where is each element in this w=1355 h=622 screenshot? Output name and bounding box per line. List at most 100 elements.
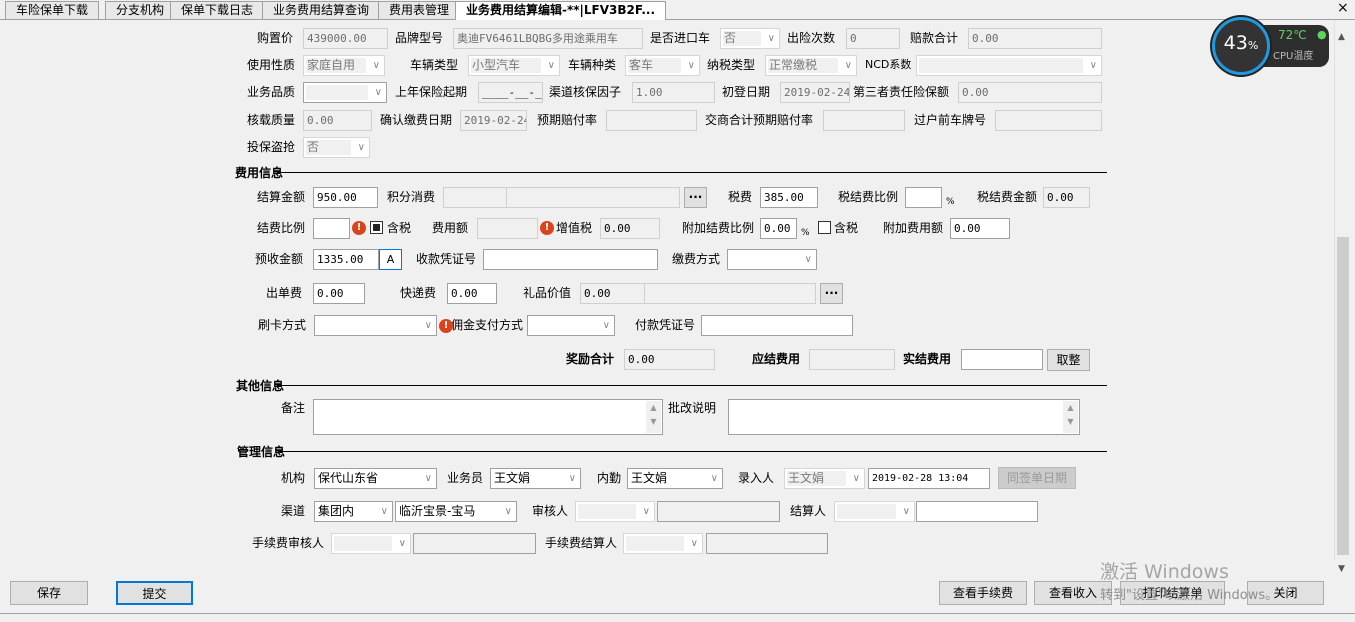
view-fee-button[interactable]: 查看手续费 xyxy=(939,581,1027,605)
first-reg-field[interactable]: 2019-02-24 xyxy=(780,82,850,103)
settle-amount-field[interactable]: 950.00 xyxy=(313,187,378,208)
save-button[interactable]: 保存 xyxy=(10,581,88,605)
org-select[interactable]: 保代山东省 ∨ xyxy=(314,468,437,489)
tax-amount-label: 税结费金额 xyxy=(977,190,1038,204)
vertical-scrollbar[interactable]: ▲ ▼ xyxy=(1334,20,1351,574)
scroll-down-icon[interactable]: ▼ xyxy=(1338,564,1345,574)
extra-ratio-field[interactable]: 0.00 xyxy=(760,218,797,239)
pay-voucher-label: 付款凭证号 xyxy=(635,318,696,332)
extra-amount-field[interactable]: 0.00 xyxy=(950,218,1010,239)
channel-factor-field[interactable]: 1.00 xyxy=(632,82,715,103)
gift-browse-button[interactable]: ··· xyxy=(820,283,843,304)
scrollbar-thumb[interactable] xyxy=(1337,237,1349,555)
close-button[interactable]: 关闭 xyxy=(1247,581,1324,605)
gift-detail-field[interactable] xyxy=(644,283,816,304)
usage-select[interactable]: 家庭自用 ∨ xyxy=(303,55,385,76)
quality-select[interactable]: ∨ xyxy=(303,82,387,103)
vehicle-kind-select[interactable]: 客车 ∨ xyxy=(625,55,700,76)
scrollbar[interactable]: ▲ ▼ xyxy=(1063,401,1078,433)
tab-policy-download[interactable]: 车险保单下载 xyxy=(5,1,100,19)
pay-voucher-field[interactable] xyxy=(701,315,853,336)
chevron-down-icon: ∨ xyxy=(902,506,910,517)
imported-select[interactable]: 否 ∨ xyxy=(720,28,780,49)
scroll-up-icon[interactable]: ▲ xyxy=(1338,32,1345,42)
fee-settler-select[interactable]: ∨ xyxy=(623,533,703,554)
expected-rate-field[interactable] xyxy=(606,110,697,131)
cpu-temp: 72℃ xyxy=(1278,28,1307,42)
scrollbar[interactable]: ▲ ▼ xyxy=(646,401,661,433)
reward-field[interactable]: 0.00 xyxy=(624,349,715,370)
gift-field[interactable]: 0.00 xyxy=(580,283,645,304)
prepaid-field[interactable]: 1335.00 xyxy=(313,249,379,270)
same-date-button[interactable]: 同签单日期 xyxy=(998,467,1076,489)
points-detail-field[interactable] xyxy=(506,187,680,208)
tax-field[interactable]: 385.00 xyxy=(760,187,818,208)
vehicle-type-select[interactable]: 小型汽车 ∨ xyxy=(468,55,560,76)
third-party-field[interactable]: 0.00 xyxy=(958,82,1102,103)
remark-textarea[interactable]: ▲ ▼ xyxy=(313,399,663,435)
prev-plate-field[interactable] xyxy=(995,110,1102,131)
due-field[interactable] xyxy=(809,349,895,370)
round-button[interactable]: 取整 xyxy=(1047,349,1090,371)
prepaid-a-button[interactable]: A xyxy=(379,249,402,270)
tab-branch[interactable]: 分支机构 xyxy=(105,1,176,19)
print-settlement-button[interactable]: 打印结算单 xyxy=(1120,581,1225,605)
combined-rate-field[interactable] xyxy=(823,110,905,131)
theft-select[interactable]: 否 ∨ xyxy=(303,137,370,158)
issue-fee-field[interactable]: 0.00 xyxy=(313,283,365,304)
entry-select[interactable]: 王文娟 ∨ xyxy=(784,468,865,489)
channel-select[interactable]: 集团内 ∨ xyxy=(314,501,393,522)
fee-auditor-select[interactable]: ∨ xyxy=(331,533,411,554)
auditor-field[interactable] xyxy=(657,501,780,522)
tab-settlement-query[interactable]: 业务费用结算查询 xyxy=(262,1,381,19)
extra-incl-tax-checkbox[interactable] xyxy=(818,221,831,234)
vat-field[interactable]: 0.00 xyxy=(600,218,660,239)
confirm-date-field[interactable]: 2019-02-24 xyxy=(460,110,527,131)
chevron-down-icon: ∨ xyxy=(357,142,365,153)
fee-auditor-field[interactable] xyxy=(413,533,536,554)
points-browse-button[interactable]: ··· xyxy=(684,187,707,208)
close-tab-icon[interactable]: × xyxy=(1337,0,1349,16)
tab-settlement-edit[interactable]: 业务费用结算编辑-**|LFV3B2F... xyxy=(455,1,667,20)
courier-field[interactable]: 0.00 xyxy=(447,283,497,304)
ncd-select[interactable]: ∨ xyxy=(916,55,1102,76)
tab-strip-border xyxy=(0,19,1355,20)
fee-ratio-field[interactable] xyxy=(313,218,350,239)
chevron-down-icon: ∨ xyxy=(844,60,852,71)
card-select[interactable]: ∨ xyxy=(314,315,437,336)
endorse-textarea[interactable]: ▲ ▼ xyxy=(728,399,1080,435)
pay-method-select[interactable]: ∨ xyxy=(727,249,817,270)
channel-sub-select[interactable]: 临沂宝景-宝马 ∨ xyxy=(395,501,517,522)
chevron-down-icon: ∨ xyxy=(710,473,718,484)
actual-field[interactable] xyxy=(961,349,1043,370)
purchase-price-field[interactable]: 439000.00 xyxy=(303,28,388,49)
tax-type-select[interactable]: 正常缴税 ∨ xyxy=(765,55,857,76)
warning-icon: ! xyxy=(540,221,554,235)
commission-select[interactable]: ∨ xyxy=(527,315,615,336)
tab-fee-table[interactable]: 费用表管理 xyxy=(378,1,461,19)
cpu-percent: 43 xyxy=(1223,32,1248,54)
last-start-field[interactable]: ____-__-__ xyxy=(478,82,543,103)
staff-select[interactable]: 王文娟 ∨ xyxy=(627,468,723,489)
load-field[interactable]: 0.00 xyxy=(303,110,372,131)
auditor-select[interactable]: ∨ xyxy=(575,501,655,522)
points-field[interactable] xyxy=(443,187,507,208)
claims-count-field[interactable]: 0 xyxy=(846,28,900,49)
combined-rate-label: 交商合计预期赔付率 xyxy=(705,113,814,127)
fee-amount-field[interactable] xyxy=(477,218,538,239)
claims-total-field[interactable]: 0.00 xyxy=(968,28,1102,49)
sales-select[interactable]: 王文娟 ∨ xyxy=(490,468,581,489)
tax-ratio-field[interactable] xyxy=(905,187,942,208)
tax-amount-field[interactable]: 0.00 xyxy=(1043,187,1090,208)
receipt-field[interactable] xyxy=(483,249,658,270)
submit-button[interactable]: 提交 xyxy=(116,581,193,605)
entry-time-field[interactable]: 2019-02-28 13:04 xyxy=(868,468,990,489)
fee-settler-field[interactable] xyxy=(706,533,828,554)
incl-tax-checkbox[interactable] xyxy=(370,221,383,234)
view-income-button[interactable]: 查看收入 xyxy=(1034,581,1112,605)
tab-download-log[interactable]: 保单下载日志 xyxy=(170,1,265,19)
settler-field[interactable] xyxy=(916,501,1038,522)
brand-field[interactable]: 奥迪FV6461LBQBG多用途乘用车 xyxy=(453,28,643,49)
settler-select[interactable]: ∨ xyxy=(834,501,915,522)
extra-incl-tax-label: 含税 xyxy=(834,221,859,235)
